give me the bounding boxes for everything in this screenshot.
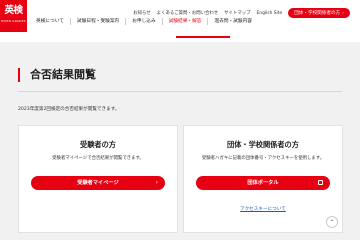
group-cta-button[interactable]: 団体・学校関係者の方 ›: [288, 8, 350, 18]
group-cta-label: 団体・学校関係者の方: [294, 11, 341, 16]
active-nav-indicator: [176, 36, 230, 38]
utility-nav: お知らせ よくあるご質問・お問い合わせ サイトマップ English Site …: [133, 8, 350, 18]
page-title: 合否結果閲覧: [18, 68, 96, 82]
nav-item-apply[interactable]: お申し込み: [125, 18, 161, 25]
arrow-up-icon: ⌃: [329, 219, 335, 226]
eiken-logo[interactable]: 英検 EIKEN GRADES: [0, 0, 27, 32]
nav-item-about[interactable]: 英検について: [30, 18, 70, 25]
external-link-icon: [318, 180, 323, 185]
group-card: 団体・学校関係者の方 受験者ハガキに記載の団体番号・アクセスキーを使用します。 …: [183, 125, 343, 233]
chevron-right-icon: ›: [342, 10, 344, 16]
nav-item-results[interactable]: 試験結果・解答: [161, 18, 208, 25]
nav-item-schedule[interactable]: 試験日程・受験案内: [70, 18, 125, 25]
group-card-description: 受験者ハガキに記載の団体番号・アクセスキーを使用します。: [201, 156, 325, 161]
logo-mark: 英検: [4, 5, 23, 16]
sitemap-link[interactable]: サイトマップ: [224, 10, 250, 16]
news-link[interactable]: お知らせ: [133, 10, 150, 16]
logo-subtext: EIKEN GRADES: [1, 19, 26, 23]
group-card-heading: 団体・学校関係者の方: [227, 140, 299, 149]
scroll-to-top-button[interactable]: ⌃: [326, 216, 338, 228]
group-portal-label: 団体ポータル: [247, 180, 279, 186]
english-site-link[interactable]: English Site: [257, 11, 283, 16]
intro-text: 2023年度第2回検定の合否結果が閲覧できます。: [18, 107, 120, 112]
group-portal-button[interactable]: 団体ポータル: [196, 176, 330, 190]
site-header: 英検 EIKEN GRADES お知らせ よくあるご質問・お問い合わせ サイトマ…: [0, 0, 360, 42]
title-divider: [18, 91, 342, 92]
global-nav: 英検について 試験日程・受験案内 お申し込み 試験結果・解答 過去問・試験内容: [30, 18, 258, 25]
examinee-mypage-label: 受験者マイページ: [77, 180, 119, 186]
examinee-card-description: 受験者マイページで合否結果が閲覧できます。: [52, 156, 144, 161]
faq-link[interactable]: よくあるご質問・お問い合わせ: [157, 10, 218, 16]
nav-item-past-papers[interactable]: 過去問・試験内容: [207, 18, 258, 25]
chevron-right-icon: ›: [155, 179, 158, 186]
examinee-mypage-button[interactable]: 受験者マイページ ›: [31, 176, 165, 190]
examinee-card: 受験者の方 受験者マイページで合否結果が閲覧できます。 受験者マイページ ›: [18, 125, 178, 233]
access-key-link[interactable]: アクセスキーについて: [184, 206, 342, 212]
examinee-card-heading: 受験者の方: [80, 140, 116, 149]
